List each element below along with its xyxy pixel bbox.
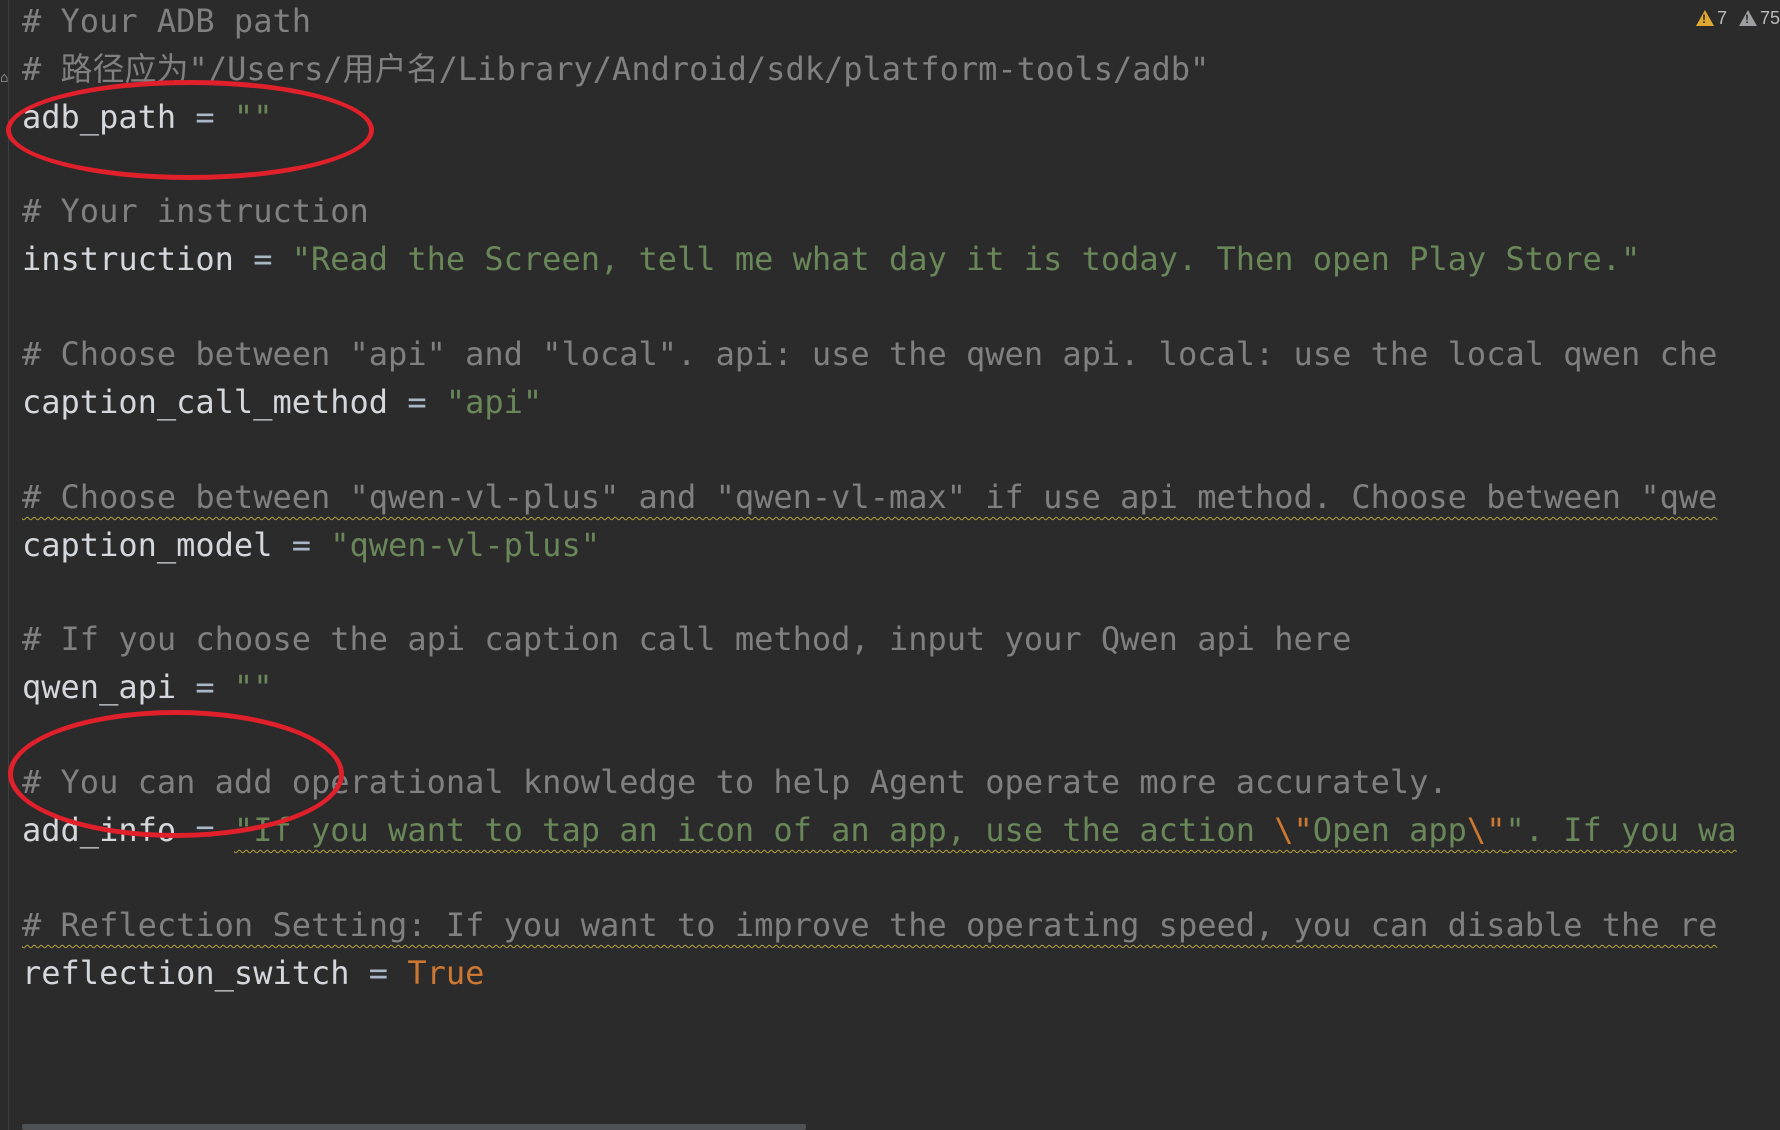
code-line-comment: # Your ADB path — [22, 2, 311, 40]
code-line-comment: # You can add operational knowledge to h… — [22, 763, 1448, 801]
code-line-qwen-api: qwen_api = "" — [22, 660, 272, 714]
warning-icon — [1695, 10, 1714, 26]
code-line-comment: # Choose between "api" and "local". api:… — [22, 335, 1718, 373]
code-line-adb-path: adb_path = "" — [22, 90, 272, 144]
variable-name: reflection_switch — [22, 954, 350, 992]
gutter-divider — [8, 0, 9, 1130]
variable-name: instruction — [22, 240, 234, 278]
code-line-add-info: add_info = "If you want to tap an icon o… — [22, 803, 1737, 857]
weak-warning-indicator[interactable]: 75 — [1738, 7, 1780, 29]
assign-operator: = — [176, 811, 234, 849]
string-value: "" — [233, 98, 273, 136]
warning-indicator[interactable]: 7 — [1695, 7, 1727, 29]
code-editor[interactable]: ⌂ 7 75 # Your ADB path # 路径应为"/Users/用户名… — [0, 0, 1780, 1130]
code-line-comment: # Choose between "qwen-vl-plus" and "qwe… — [22, 470, 1717, 524]
code-line-comment: # Reflection Setting: If you want to imp… — [22, 898, 1717, 952]
string-value: "api" — [445, 383, 543, 421]
weak-warning-count: 75 — [1759, 7, 1780, 28]
fold-icon[interactable]: ⌂ — [0, 68, 12, 88]
comment-text: # Reflection Setting: If you want to imp… — [22, 906, 1718, 944]
assign-operator: = — [176, 98, 234, 136]
keyword-value: True — [407, 954, 485, 992]
variable-name: add_info — [22, 811, 177, 849]
code-line-caption-model: caption_model = "qwen-vl-plus" — [22, 518, 600, 572]
assign-operator: = — [272, 526, 331, 564]
string-value: "qwen-vl-plus" — [330, 526, 600, 564]
comment-text: # Choose between "qwen-vl-plus" and "qwe… — [22, 478, 1718, 516]
code-line-instruction: instruction = "Read the Screen, tell me … — [22, 232, 1640, 286]
code-line-comment: # If you choose the api caption call met… — [22, 620, 1352, 658]
string-literal: "If you want to tap an icon of an app, u… — [234, 811, 1737, 849]
variable-name: caption_call_method — [22, 383, 389, 421]
code-line-comment: # Your instruction — [22, 192, 369, 230]
variable-name: qwen_api — [22, 668, 177, 706]
variable-name: caption_model — [22, 526, 273, 564]
variable-name: adb_path — [22, 98, 177, 136]
string-value: ". If you wa — [1505, 811, 1737, 849]
code-line-comment: # 路径应为"/Users/用户名/Library/Android/sdk/pl… — [22, 50, 1210, 88]
assign-operator: = — [176, 668, 234, 706]
horizontal-scrollbar[interactable] — [22, 1124, 806, 1130]
code-line-caption-call-method: caption_call_method = "api" — [22, 375, 542, 429]
assign-operator: = — [388, 383, 446, 421]
string-value: "Read the Screen, tell me what day it is… — [291, 240, 1641, 278]
code-line-reflection-switch: reflection_switch = True — [22, 946, 484, 1000]
string-value: Open app — [1312, 811, 1467, 849]
warning-count: 7 — [1716, 7, 1727, 28]
weak-warning-icon — [1738, 10, 1757, 26]
string-value: "If you want to tap an icon of an app, u… — [233, 811, 1275, 849]
assign-operator: = — [349, 954, 408, 992]
inspection-indicators[interactable]: 7 75 — [1695, 4, 1780, 32]
escape-sequence: \" — [1274, 811, 1313, 849]
string-value: "" — [233, 668, 273, 706]
assign-operator: = — [233, 240, 292, 278]
escape-sequence: \" — [1466, 811, 1506, 849]
